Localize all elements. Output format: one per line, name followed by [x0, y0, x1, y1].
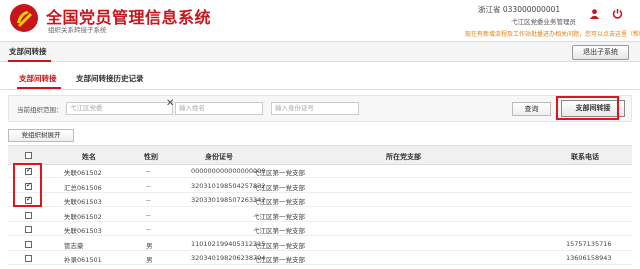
row-checkbox[interactable] [25, 226, 32, 233]
power-icon[interactable] [612, 8, 623, 19]
highlight-box [13, 163, 42, 207]
scope-label: 当前组织范围： [17, 106, 63, 114]
cell-phone: 13606158943 [566, 254, 612, 262]
cell-gender: 男 [146, 256, 153, 264]
cell-name: 汇总061506 [64, 183, 102, 192]
table-row[interactable]: 失联061503--320330198507263342弋江区第一党支部 [8, 194, 632, 207]
user-role-text: 弋江区党委业务管理员 [511, 18, 576, 26]
highlight-box [556, 96, 619, 120]
cell-name: 失联061503 [64, 198, 102, 206]
cell-branch: 弋江区第一党支部 [253, 198, 305, 206]
tab-branch-transfer[interactable]: 支部间转接 [19, 73, 57, 84]
cell-branch: 弋江区第一党支部 [253, 212, 305, 221]
notice-link[interactable]: 现在有新增流程及工作站批量进办相关问题，您可以点击这里（帮助） [465, 29, 640, 38]
select-all-checkbox[interactable] [25, 152, 32, 159]
query-button[interactable]: 查询 [512, 102, 551, 116]
header-name: 姓名 [82, 153, 96, 161]
org-scope-field[interactable]: 弋江区党委 [66, 102, 173, 115]
cell-gender: 男 [146, 241, 153, 250]
exit-subsystem-button[interactable]: 退出子系统 [572, 45, 629, 60]
table-row[interactable]: 失联061503 -- 弋江区第一党支部 [8, 223, 632, 236]
party-emblem-icon [10, 4, 38, 32]
search-bar: 当前组织范围： 弋江区党委 ✕ 输入姓名 输入身份证号 查询 支部间转接 [8, 95, 632, 122]
module-title: 支部间转接 [9, 47, 47, 56]
clear-icon[interactable]: ✕ [166, 98, 174, 109]
app-header: 全国党员管理信息系统 组织关系转接子系统 浙江省 033000000001 弋江… [0, 0, 640, 40]
cell-gender: -- [146, 181, 151, 190]
table-row[interactable]: 管志豪男 110102199405312315 弋江区第一党支部 1575713571… [8, 238, 632, 251]
cell-name: 失联061503 [64, 227, 102, 235]
id-search-input[interactable]: 输入身份证号 [271, 102, 359, 115]
table-row[interactable]: 失联061502--000000000000000000弋江区第一党支部 [8, 165, 632, 178]
name-search-input[interactable]: 输入姓名 [175, 102, 263, 115]
tab-transfer-history[interactable]: 支部间转接历史记录 [76, 73, 144, 84]
cell-branch: 弋江区第一党支部 [253, 256, 305, 264]
module-bar: 支部间转接 退出子系统 [0, 41, 640, 62]
cell-phone: 15757135716 [566, 239, 612, 248]
table-row[interactable]: 补录061501 男 320340198206238794 弋江区第一党支部 13606… [8, 252, 632, 265]
table-row[interactable]: 汇总061506--320310198504257832弋江区第一党支部 [8, 180, 632, 193]
row-checkbox[interactable] [25, 255, 32, 262]
org-tree-toggle-button[interactable]: 党组织树展开 [8, 129, 74, 142]
org-id-text: 浙江省 033000000001 [478, 5, 561, 14]
cell-name: 管志豪 [64, 241, 84, 250]
tab-bar: 支部间转接 支部间转接历史记录 [0, 68, 640, 90]
cell-gender: -- [146, 196, 151, 204]
cell-name: 失联061502 [64, 169, 102, 177]
row-checkbox[interactable] [25, 240, 32, 248]
cell-name: 失联061502 [64, 212, 102, 221]
cell-branch: 弋江区第一党支部 [253, 183, 305, 192]
header-id-number: 身份证号 [205, 153, 233, 161]
user-icon[interactable] [589, 8, 600, 19]
table-header: 姓名 性别 身份证号 所在党支部 联系电话 [8, 145, 632, 165]
header-branch: 所在党支部 [386, 153, 421, 161]
subsystem-title: 组织关系转接子系统 [48, 26, 107, 34]
row-checkbox[interactable] [25, 211, 32, 219]
cell-gender: -- [146, 225, 151, 233]
active-tab-underline [17, 87, 61, 89]
cell-branch: 弋江区第一党支部 [253, 227, 305, 235]
header-gender: 性别 [144, 153, 158, 161]
cell-branch: 弋江区第一党支部 [253, 169, 305, 177]
table-row[interactable]: 失联061502 -- 弋江区第一党支部 [8, 209, 632, 222]
cell-gender: -- [146, 167, 151, 175]
cell-gender: -- [146, 210, 151, 219]
module-underline [8, 60, 51, 62]
cell-name: 补录061501 [64, 256, 102, 264]
cell-branch: 弋江区第一党支部 [253, 241, 305, 250]
header-phone: 联系电话 [571, 153, 599, 161]
